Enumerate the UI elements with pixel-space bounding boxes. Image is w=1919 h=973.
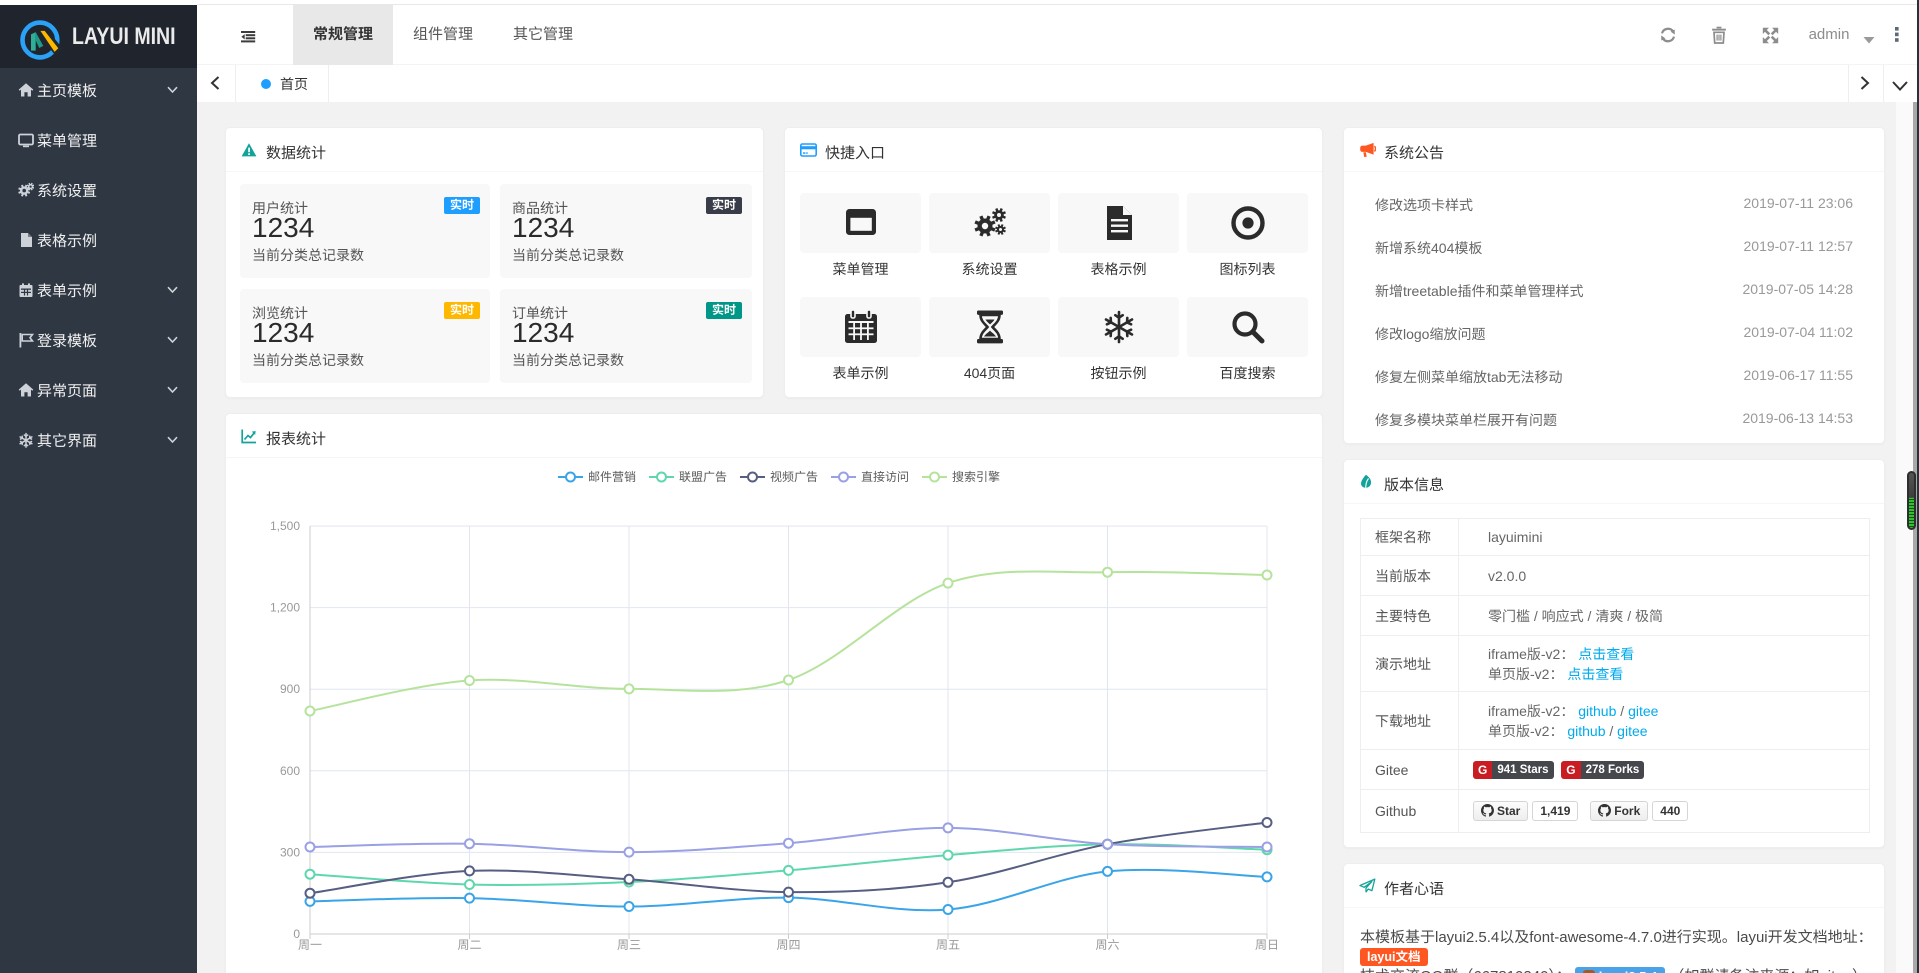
- svg-text:300: 300: [280, 845, 300, 859]
- svg-text:周三: 周三: [617, 938, 641, 952]
- svg-text:周二: 周二: [457, 938, 481, 952]
- svg-text:1,200: 1,200: [270, 601, 300, 615]
- svg-text:邮件营销: 邮件营销: [588, 470, 636, 484]
- svg-text:直接访问: 直接访问: [861, 470, 909, 484]
- svg-text:周日: 周日: [1255, 938, 1279, 952]
- svg-text:600: 600: [280, 764, 300, 778]
- svg-text:周五: 周五: [936, 938, 960, 952]
- svg-text:周四: 周四: [776, 938, 800, 952]
- svg-text:联盟广告: 联盟广告: [679, 470, 727, 484]
- svg-text:周一: 周一: [298, 938, 322, 952]
- svg-text:900: 900: [280, 682, 300, 696]
- svg-text:视频广告: 视频广告: [770, 470, 818, 484]
- svg-text:周六: 周六: [1095, 938, 1119, 952]
- svg-text:搜索引擎: 搜索引擎: [952, 470, 1000, 484]
- svg-text:1,500: 1,500: [270, 519, 300, 533]
